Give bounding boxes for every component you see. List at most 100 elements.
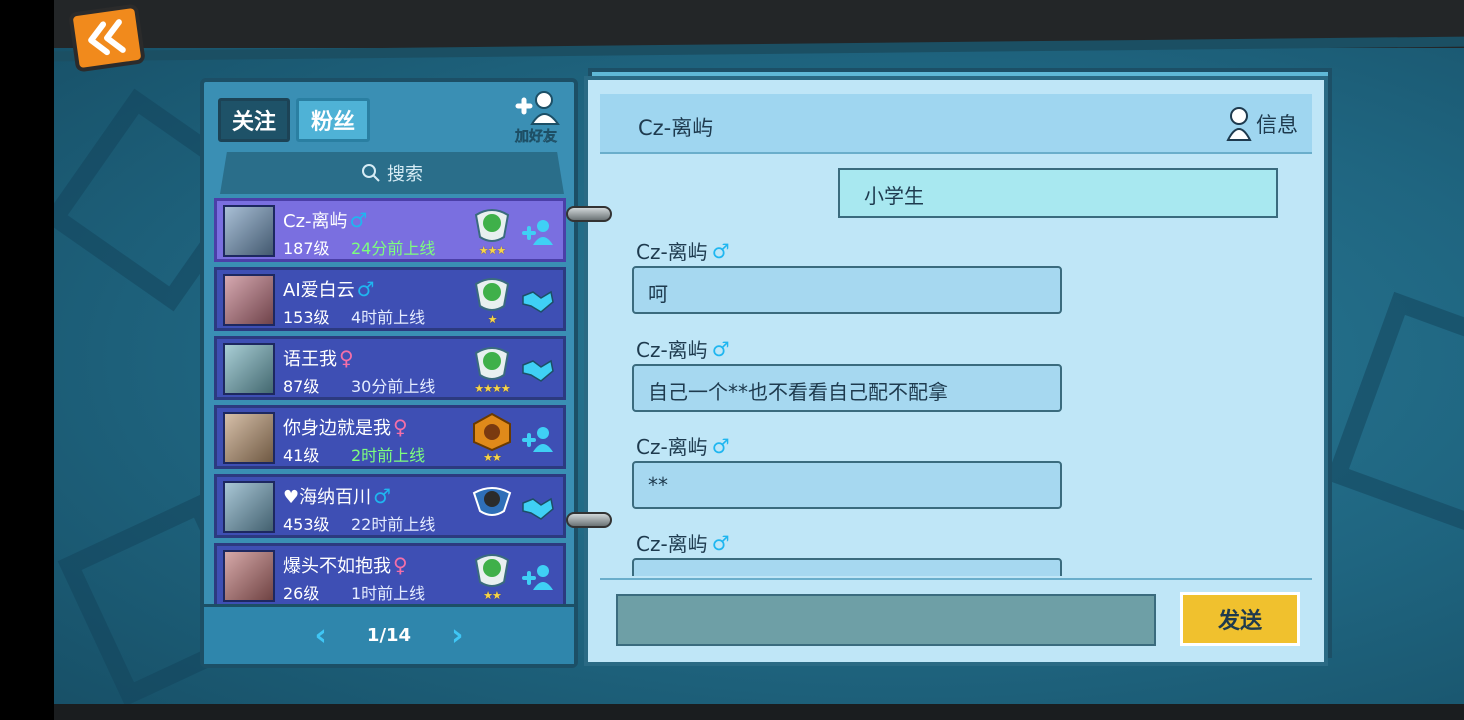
- rank-badge: ★★: [467, 550, 517, 604]
- friend-row[interactable]: 语王我 ♀ 87级 30分前上线 ★★★★: [214, 336, 566, 400]
- friend-name-text: AI爱白云: [283, 280, 355, 301]
- message-input[interactable]: [616, 594, 1156, 646]
- handshake-icon[interactable]: [521, 286, 555, 316]
- gender-icon: ♂: [711, 336, 730, 361]
- rank-badge-icon: [474, 554, 510, 587]
- top-bar: [54, 0, 1464, 48]
- gender-icon: ♂: [349, 208, 368, 232]
- friend-row[interactable]: 你身边就是我 ♀ 41级 2时前上线 ★★: [214, 405, 566, 469]
- tab-follow[interactable]: 关注: [218, 98, 290, 142]
- rank-stars: ★★: [483, 589, 502, 602]
- next-page-button[interactable]: ›: [451, 618, 463, 653]
- search-icon: [362, 164, 380, 182]
- friend-row[interactable]: 爆头不如抱我 ♀ 26级 1时前上线 ★★: [214, 543, 566, 606]
- chat-panel: Cz-离屿 信息 小学生 Cz-离屿 ♂ 呵 Cz-离屿 ♂ 自己一个**也不看看自己配不…: [584, 76, 1328, 666]
- add-friend-button[interactable]: 加好友: [508, 90, 564, 148]
- message-list: 小学生 Cz-离屿 ♂ 呵 Cz-离屿 ♂ 自己一个**也不看看自己配不配拿 Cz-离屿 ♂ *…: [600, 158, 1312, 576]
- handshake-icon[interactable]: [521, 355, 555, 385]
- friend-row[interactable]: Cz-离屿 ♂ 187级 24分前上线 ★★★: [214, 198, 566, 262]
- tab-fans[interactable]: 粉丝: [296, 98, 370, 142]
- gender-icon: ♀: [339, 346, 354, 370]
- rank-badge: ★★★: [467, 205, 517, 259]
- message-bubble: **: [632, 461, 1062, 509]
- rank-badge-icon: [472, 487, 512, 516]
- gender-icon: ♂: [711, 238, 730, 263]
- pager: ‹ 1/14 ›: [204, 604, 574, 664]
- avatar: [223, 412, 275, 464]
- search-bar[interactable]: 搜索: [220, 152, 564, 194]
- double-chevron-left-icon: [88, 19, 126, 56]
- message-bubble: 自己一个**也不看看自己配不配拿: [632, 364, 1062, 412]
- chat-header: Cz-离屿 信息: [600, 94, 1312, 154]
- message-bubble: [632, 558, 1062, 576]
- avatar: [223, 550, 275, 602]
- back-button[interactable]: [68, 3, 146, 73]
- rank-badge-icon: [474, 347, 510, 380]
- friend-last-online: 1时前上线: [351, 584, 426, 603]
- friend-level: 453级: [283, 515, 330, 534]
- friend-level: 87级: [283, 377, 320, 396]
- friend-last-online: 2时前上线: [351, 446, 426, 465]
- avatar: [223, 274, 275, 326]
- gender-icon: ♂: [711, 530, 730, 555]
- bottom-bar: [54, 704, 1464, 720]
- friend-level: 187级: [283, 239, 330, 258]
- add-friend-label: 加好友: [515, 129, 558, 146]
- self-message-bubble: 小学生: [838, 168, 1278, 218]
- friend-name: ♥海纳百川 ♂: [283, 483, 391, 509]
- sender-name: Cz-离屿: [636, 240, 708, 264]
- sender-name: Cz-离屿: [636, 532, 708, 556]
- send-button[interactable]: 发送: [1180, 592, 1300, 646]
- message-bubble: 呵: [632, 266, 1062, 314]
- game-scene: 关注 粉丝 加好友 搜索 Cz-离屿 ♂ 187级 24分前上线 ★★★ AI爱…: [54, 0, 1464, 720]
- binder-ring: [566, 206, 612, 222]
- friend-name: 爆头不如抱我 ♀: [283, 552, 408, 578]
- rank-badge-icon: [473, 412, 511, 452]
- rank-badge: ★: [467, 274, 517, 328]
- add-friend-icon[interactable]: [521, 424, 555, 454]
- friend-name-text: 你身边就是我: [283, 418, 391, 439]
- prev-page-button[interactable]: ‹: [315, 618, 327, 653]
- friend-level: 41级: [283, 446, 320, 465]
- friend-name-text: ♥海纳百川: [283, 487, 372, 508]
- rank-badge: [467, 481, 517, 535]
- add-friend-icon[interactable]: [521, 217, 555, 247]
- rank-stars: ★★★★: [474, 382, 510, 395]
- person-icon: [1226, 107, 1252, 141]
- rank-stars: ★★: [483, 451, 502, 464]
- rank-stars: ★★★: [478, 244, 507, 257]
- rank-badge: ★★: [467, 412, 517, 466]
- friend-row[interactable]: ♥海纳百川 ♂ 453级 22时前上线: [214, 474, 566, 538]
- message-sender: Cz-离屿 ♂: [636, 431, 730, 460]
- avatar: [223, 481, 275, 533]
- binder-ring: [566, 512, 612, 528]
- friend-name-text: 爆头不如抱我: [283, 556, 391, 577]
- friends-panel: 关注 粉丝 加好友 搜索 Cz-离屿 ♂ 187级 24分前上线 ★★★ AI爱…: [200, 78, 578, 668]
- friend-last-online: 30分前上线: [351, 377, 436, 396]
- friend-row[interactable]: AI爱白云 ♂ 153级 4时前上线 ★: [214, 267, 566, 331]
- gender-icon: ♂: [373, 484, 392, 508]
- message-sender: Cz-离屿 ♂: [636, 528, 730, 557]
- friend-name: Cz-离屿 ♂: [283, 207, 367, 233]
- rank-badge-icon: [474, 209, 510, 242]
- rank-stars: ★: [487, 313, 498, 326]
- rank-badge-icon: [474, 278, 510, 311]
- friend-name: 语王我 ♀: [283, 345, 354, 371]
- friend-name: AI爱白云 ♂: [283, 276, 375, 302]
- gender-icon: ♀: [393, 553, 408, 577]
- chat-title: Cz-离屿: [638, 116, 714, 140]
- friend-level: 153级: [283, 308, 330, 327]
- friend-tabs: 关注 粉丝: [218, 98, 370, 142]
- friend-name: 你身边就是我 ♀: [283, 414, 408, 440]
- gender-icon: ♀: [393, 415, 408, 439]
- friend-last-online: 24分前上线: [351, 239, 436, 258]
- friend-name-text: Cz-离屿: [283, 211, 348, 232]
- sender-name: Cz-离屿: [636, 338, 708, 362]
- handshake-icon[interactable]: [521, 493, 555, 523]
- info-button[interactable]: 信息: [1226, 106, 1298, 142]
- add-friend-icon[interactable]: [521, 562, 555, 592]
- page-indicator: 1/14: [366, 625, 412, 646]
- rank-badge: ★★★★: [467, 343, 517, 397]
- friend-last-online: 22时前上线: [351, 515, 436, 534]
- avatar: [223, 205, 275, 257]
